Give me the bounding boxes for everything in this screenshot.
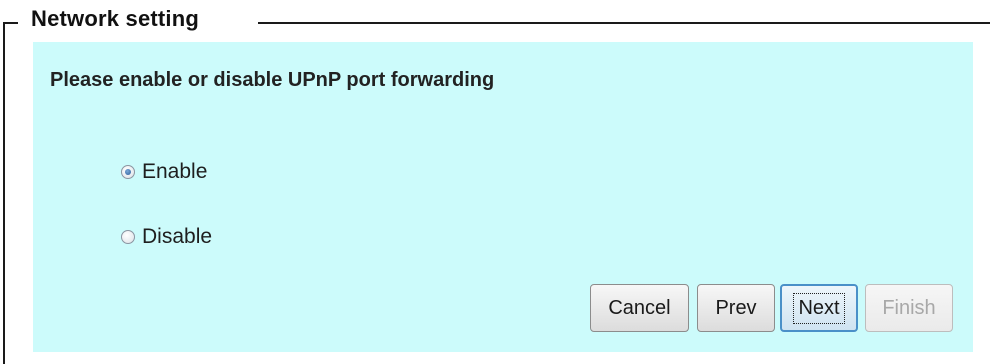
upnp-settings-panel: Please enable or disable UPnP port forwa… <box>33 42 973 352</box>
fieldset-border-top-left <box>3 22 18 24</box>
next-button-label: Next <box>793 292 845 324</box>
fieldset-border-left <box>3 22 5 364</box>
enable-label: Enable <box>142 160 208 183</box>
disable-option[interactable]: Disable <box>121 225 212 249</box>
prev-button[interactable]: Prev <box>697 284 775 332</box>
enable-option[interactable]: Enable <box>121 160 207 184</box>
fieldset-border-top-right <box>258 22 990 24</box>
disable-label: Disable <box>142 225 213 248</box>
disable-radio[interactable] <box>121 230 135 244</box>
fieldset-legend: Network setting <box>31 6 200 31</box>
cancel-button[interactable]: Cancel <box>590 284 689 332</box>
next-button[interactable]: Next <box>780 284 858 332</box>
network-setting-wizard: Network setting Please enable or disable… <box>0 0 990 364</box>
finish-button: Finish <box>865 284 953 332</box>
enable-radio[interactable] <box>121 165 135 179</box>
instruction-text: Please enable or disable UPnP port forwa… <box>50 69 495 91</box>
